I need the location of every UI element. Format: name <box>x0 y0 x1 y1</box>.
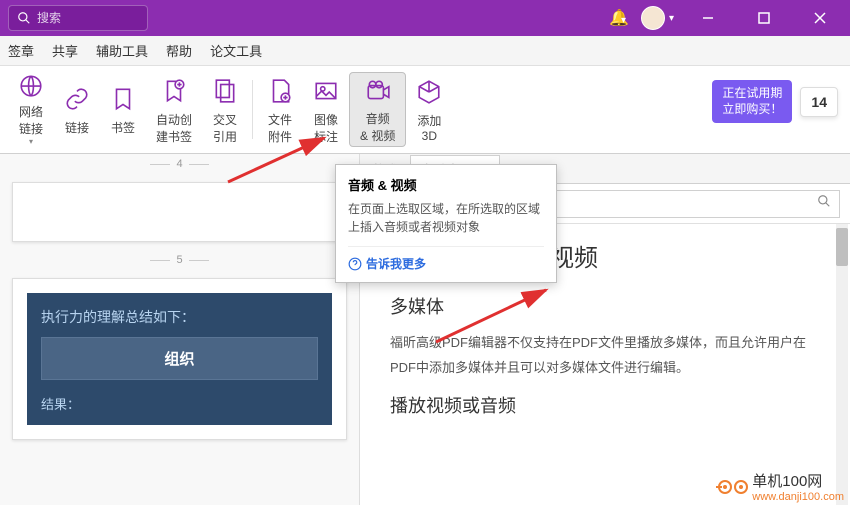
toolbar-separator <box>252 80 253 139</box>
chevron-down-icon: ▾ <box>29 137 33 146</box>
tool-cross-ref[interactable]: 交叉 引用 <box>202 72 248 147</box>
page-separator-5: 5 <box>0 250 359 270</box>
search-icon <box>17 11 31 25</box>
minimize-button[interactable] <box>686 0 730 36</box>
maximize-button[interactable] <box>742 0 786 36</box>
doc-result-label: 结果： <box>27 380 332 415</box>
help-icon <box>348 257 362 271</box>
close-button[interactable] <box>798 0 842 36</box>
watermark-title: 单机100网 <box>752 470 844 491</box>
document-area[interactable]: 4 5 执行力的理解总结如下： 组织 结果： <box>0 154 360 505</box>
tool-label: 图像 标注 <box>314 111 338 145</box>
tool-image-annot[interactable]: 图像 标注 <box>303 72 349 147</box>
tool-label: 网络 链接 <box>19 103 43 137</box>
tooltip-body: 在页面上选取区域，在所选取的区域上插入音频或者视频对象 <box>348 200 544 236</box>
tooltip-more-link[interactable]: 告诉我更多 <box>348 246 544 272</box>
attachment-icon <box>267 75 293 107</box>
toolbar: 网络 链接 ▾ 链接 书签 自动创 建书签 交叉 引用 文件 附件 图像 标注 … <box>0 66 850 154</box>
watermark-url: www.danji100.com <box>752 491 844 503</box>
tool-audio-video[interactable]: 音频 & 视频 <box>349 72 406 147</box>
watermark: 单机100网 www.danji100.com <box>718 470 844 503</box>
bell-icon[interactable]: 🔔▾ <box>609 8 629 28</box>
trial-badge-box: 正在试用期 立即购买！ 14 <box>712 80 838 123</box>
titlebar-search-input[interactable] <box>31 11 131 25</box>
tooltip-more-text: 告诉我更多 <box>366 255 426 272</box>
bookmark-icon <box>110 83 136 115</box>
tool-label: 链接 <box>65 119 89 136</box>
tool-label: 自动创 建书签 <box>156 111 192 145</box>
page-5-content: 执行力的理解总结如下： 组织 结果： <box>27 293 332 425</box>
scrollbar-track[interactable] <box>836 224 848 505</box>
avatar[interactable] <box>641 6 665 30</box>
auto-bookmark-icon <box>161 75 187 107</box>
tooltip-audio-video: 音频 & 视频 在页面上选取区域，在所选取的区域上插入音频或者视频对象 告诉我更… <box>335 164 557 283</box>
help-h2-multimedia: 多媒体 <box>390 293 820 319</box>
tool-link[interactable]: 链接 <box>54 72 100 147</box>
menu-share[interactable]: 共享 <box>52 41 78 60</box>
trial-line2: 立即购买！ <box>722 102 782 118</box>
scrollbar-thumb[interactable] <box>836 228 848 266</box>
globe-icon <box>18 73 44 99</box>
tool-bookmark[interactable]: 书签 <box>100 72 146 147</box>
page-separator-4: 4 <box>0 154 359 174</box>
menubar: 签章 共享 辅助工具 帮助 论文工具 <box>0 36 850 66</box>
menu-help[interactable]: 帮助 <box>166 41 192 60</box>
tool-auto-bookmark[interactable]: 自动创 建书签 <box>146 72 202 147</box>
watermark-logo <box>718 480 748 494</box>
tool-add-3d[interactable]: 添加 3D <box>406 72 452 147</box>
tool-label: 音频 & 视频 <box>360 110 395 144</box>
video-icon <box>365 75 391 106</box>
table-header-cell: 组织 <box>41 337 318 380</box>
avatar-chevron: ▾ <box>669 13 674 24</box>
image-icon <box>313 75 339 107</box>
titlebar: 🔔▾ ▾ <box>0 0 850 36</box>
tool-label: 添加 3D <box>417 112 441 143</box>
search-icon[interactable] <box>817 194 831 213</box>
menu-paper[interactable]: 论文工具 <box>210 41 262 60</box>
tool-file-attach[interactable]: 文件 附件 <box>257 72 303 147</box>
trial-line1: 正在试用期 <box>722 86 782 102</box>
page-5[interactable]: 执行力的理解总结如下： 组织 结果： <box>12 278 347 440</box>
tool-net-link[interactable]: 网络 链接 ▾ <box>8 72 54 147</box>
content: 4 5 执行力的理解总结如下： 组织 结果： 音频 & 视频 在页面上选取区域，… <box>0 154 850 505</box>
titlebar-search[interactable] <box>8 5 148 31</box>
page-4[interactable] <box>12 182 347 242</box>
tool-label: 文件 附件 <box>268 111 292 145</box>
link-icon <box>64 83 90 115</box>
trial-badge[interactable]: 正在试用期 立即购买！ <box>712 80 792 123</box>
menu-sign[interactable]: 签章 <box>8 41 34 60</box>
tool-label: 书签 <box>111 119 135 136</box>
cube-icon <box>416 76 442 108</box>
chevron-down-icon: ▾ <box>621 15 626 26</box>
cross-ref-icon <box>212 75 238 107</box>
help-paragraph: 福昕高级PDF编辑器不仅支持在PDF文件里播放多媒体，而且允许用户在PDF中添加… <box>390 331 820 380</box>
titlebar-right: 🔔▾ ▾ <box>609 0 842 36</box>
tool-label: 交叉 引用 <box>213 111 237 145</box>
help-h2-play: 播放视频或音频 <box>390 392 820 418</box>
tooltip-title: 音频 & 视频 <box>348 175 544 194</box>
trial-days: 14 <box>800 87 838 117</box>
menu-assist[interactable]: 辅助工具 <box>96 41 148 60</box>
doc-heading: 执行力的理解总结如下： <box>27 293 332 337</box>
